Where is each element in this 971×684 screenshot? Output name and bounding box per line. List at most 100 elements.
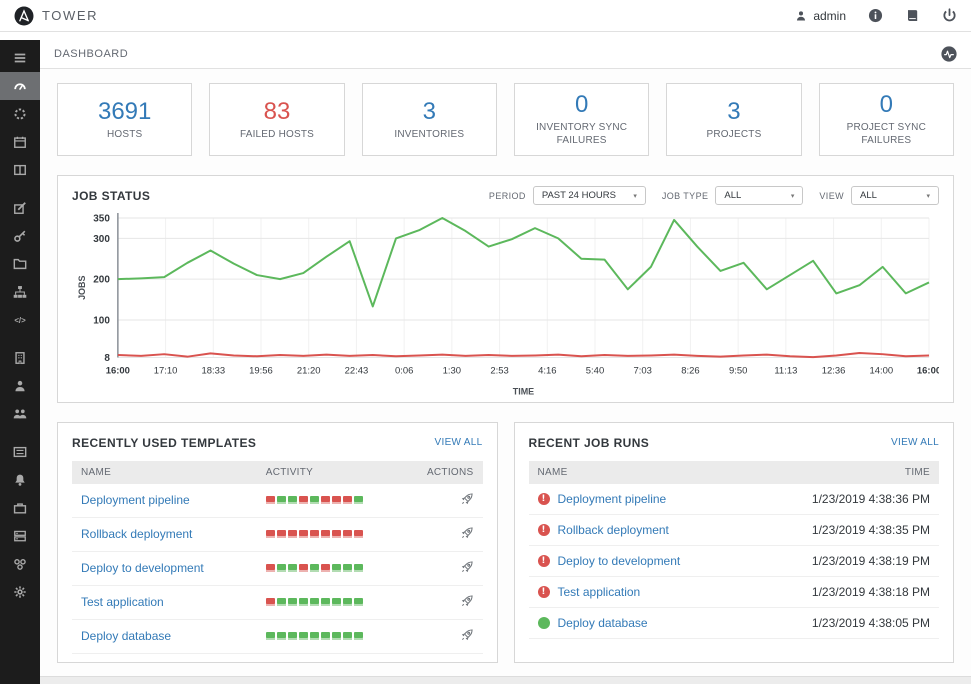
- ansible-logo-icon[interactable]: [14, 6, 34, 26]
- sidebar-item-organizations[interactable]: [0, 344, 40, 372]
- view-all-templates-link[interactable]: VIEW ALL: [435, 437, 483, 448]
- activity-success-bar: [320, 632, 330, 641]
- stat-value-failed-hosts[interactable]: 83: [215, 98, 338, 125]
- sidebar-item-applications[interactable]: [0, 550, 40, 578]
- activity-fail-bar: [265, 496, 275, 505]
- activity-fail-bar: [309, 530, 319, 539]
- sidebar-item-settings[interactable]: [0, 578, 40, 606]
- job-type-filter: JOB TYPE ALL ▾: [661, 186, 804, 206]
- job-run-row: ! Test application 1/23/2019 4:38:18 PM: [528, 576, 939, 608]
- logout-power-icon[interactable]: [942, 8, 957, 23]
- activity-fail-bar: [276, 530, 286, 539]
- applications-icon: [13, 557, 27, 571]
- template-name-link[interactable]: Deployment pipeline: [81, 493, 190, 507]
- username: admin: [813, 8, 846, 23]
- schedules-icon: [13, 135, 27, 149]
- view-select[interactable]: ALL ▾: [851, 186, 939, 206]
- svg-text:16:00: 16:00: [917, 366, 939, 377]
- launch-template-button[interactable]: [460, 628, 474, 645]
- teams-icon: [13, 407, 27, 421]
- job-name-link[interactable]: Rollback deployment: [558, 523, 669, 537]
- sidebar-item-inventory-scripts[interactable]: </>: [0, 306, 40, 334]
- rocket-icon: [460, 594, 474, 608]
- brand-title: TOWER: [42, 8, 99, 23]
- sidebar-item-notifications[interactable]: [0, 466, 40, 494]
- stat-card-projects: 3 PROJECTS: [666, 83, 802, 157]
- activity-fail-bar: [298, 496, 308, 505]
- svg-text:22:43: 22:43: [345, 366, 369, 377]
- svg-text:16:00: 16:00: [106, 366, 130, 377]
- activity-fail-bar: [320, 530, 330, 539]
- template-name-link[interactable]: Deploy database: [81, 629, 171, 643]
- launch-template-button[interactable]: [460, 594, 474, 611]
- main: DASHBOARD 3691 HOSTS 83 FAILED HOSTS 3 INVENT…: [40, 40, 971, 684]
- sidebar-item-teams[interactable]: [0, 400, 40, 428]
- sidebar-item-users[interactable]: [0, 372, 40, 400]
- job-name-link[interactable]: Deploy database: [558, 616, 648, 630]
- template-row: Deployment pipeline: [72, 483, 483, 518]
- activity-success-bar: [353, 496, 363, 505]
- sidebar-item-instance-groups[interactable]: [0, 522, 40, 550]
- launch-template-button[interactable]: [460, 526, 474, 543]
- sidebar-item-jobs[interactable]: [0, 100, 40, 128]
- period-select[interactable]: PAST 24 HOURS ▾: [532, 186, 646, 206]
- svg-text:350: 350: [93, 214, 110, 225]
- launch-template-button[interactable]: [460, 492, 474, 509]
- stat-card-inventories: 3 INVENTORIES: [361, 83, 497, 157]
- job-name-link[interactable]: Deployment pipeline: [558, 492, 667, 506]
- template-name-link[interactable]: Deploy to development: [81, 561, 204, 575]
- stat-value-hosts[interactable]: 3691: [63, 98, 186, 125]
- management-jobs-icon: [13, 501, 27, 515]
- stat-value-inventories[interactable]: 3: [368, 98, 491, 125]
- job-failed-icon: !: [537, 523, 550, 536]
- job-name-link[interactable]: Deploy to development: [558, 554, 681, 568]
- template-name-link[interactable]: Test application: [81, 595, 164, 609]
- docs-icon[interactable]: [905, 8, 920, 23]
- about-info-icon[interactable]: [868, 8, 883, 23]
- sidebar-item-schedules[interactable]: [0, 128, 40, 156]
- footer-strip: [40, 676, 971, 684]
- activity-success-bar: [309, 564, 319, 573]
- activity-sparkline: [265, 564, 404, 573]
- sidebar-item-menu[interactable]: [0, 44, 40, 72]
- svg-text:8:26: 8:26: [681, 366, 699, 377]
- stat-value-project-sync-failures[interactable]: 0: [825, 91, 948, 118]
- dashboard-content: 3691 HOSTS 83 FAILED HOSTS 3 INVENTORIES 0 INVE…: [40, 69, 971, 684]
- sidebar-item-management-jobs[interactable]: [0, 494, 40, 522]
- job-failed-icon: !: [537, 492, 550, 505]
- job-type-select[interactable]: ALL ▾: [715, 186, 804, 206]
- user-menu[interactable]: admin: [795, 9, 846, 23]
- svg-text:12:36: 12:36: [822, 366, 846, 377]
- sidebar-item-credentials[interactable]: [0, 222, 40, 250]
- template-name-link[interactable]: Rollback deployment: [81, 527, 192, 541]
- job-type-label: JOB TYPE: [661, 190, 709, 201]
- stat-label-inventories: INVENTORIES: [394, 128, 465, 140]
- job-time: 1/23/2019 4:38:19 PM: [750, 545, 939, 577]
- stat-value-inventory-sync-failures[interactable]: 0: [520, 91, 643, 118]
- period-value: PAST 24 HOURS: [541, 190, 616, 202]
- job-name-link[interactable]: Test application: [558, 585, 641, 599]
- sidebar-item-projects[interactable]: [0, 194, 40, 222]
- launch-template-button[interactable]: [460, 560, 474, 577]
- sidebar-item-dashboard[interactable]: [0, 72, 40, 100]
- credentials-icon: [13, 229, 27, 243]
- activity-success-bar: [287, 632, 297, 641]
- job-failed-icon: !: [537, 585, 550, 598]
- activity-success-bar: [287, 496, 297, 505]
- recent-jobs-panel: RECENT JOB RUNS VIEW ALL NAME TIME ! Depl…: [513, 421, 954, 663]
- view-all-jobs-link[interactable]: VIEW ALL: [891, 437, 939, 448]
- activity-success-bar: [309, 496, 319, 505]
- col-time: TIME: [750, 460, 939, 484]
- sidebar-item-credential-types[interactable]: [0, 438, 40, 466]
- col-name: NAME: [528, 460, 751, 484]
- stat-value-projects[interactable]: 3: [672, 98, 795, 125]
- sidebar-item-inventories[interactable]: [0, 250, 40, 278]
- activity-stream-icon[interactable]: [941, 46, 957, 62]
- topbar-actions: admin: [795, 8, 957, 23]
- sidebar-item-portal[interactable]: [0, 156, 40, 184]
- template-row: Rollback deployment: [72, 517, 483, 552]
- svg-text:5:40: 5:40: [586, 366, 604, 377]
- sidebar-item-templates[interactable]: [0, 278, 40, 306]
- activity-success-bar: [309, 598, 319, 607]
- rocket-icon: [460, 526, 474, 540]
